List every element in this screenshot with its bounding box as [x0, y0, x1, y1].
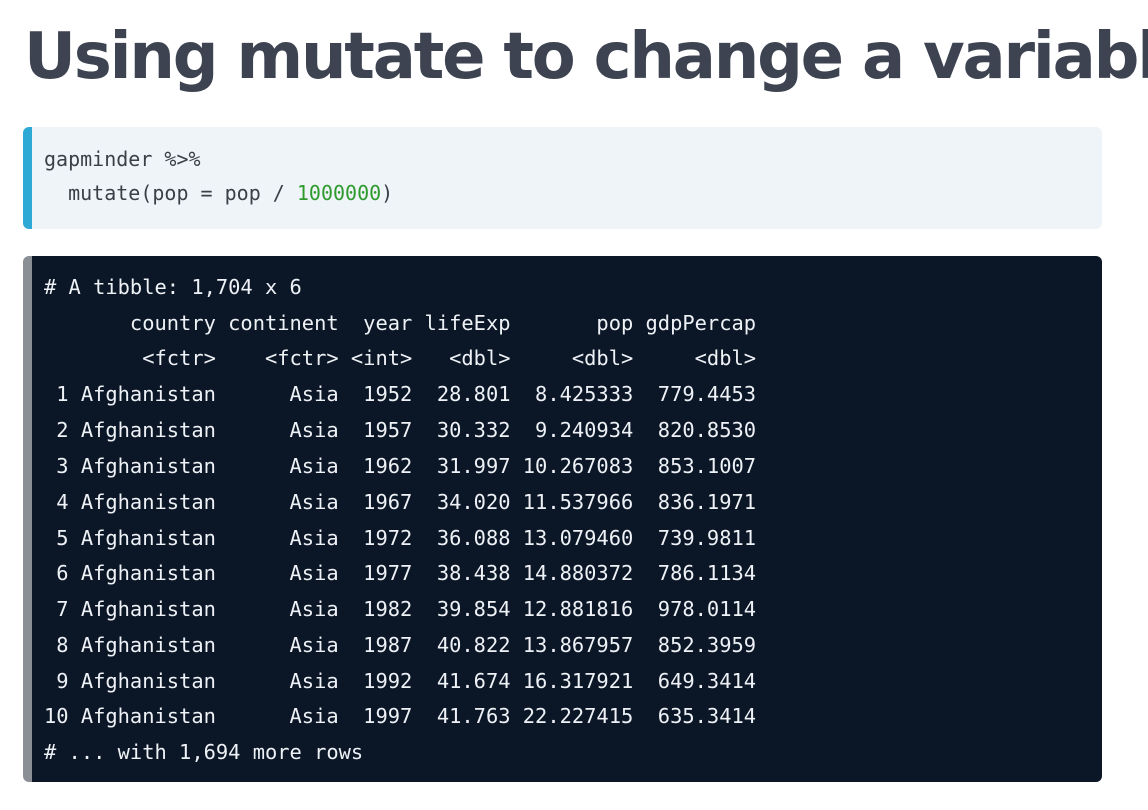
output-line: 2 Afghanistan Asia 1957 30.332 9.240934 …	[44, 418, 757, 442]
output-line: # ... with 1,694 more rows	[44, 740, 364, 764]
code-text: )	[381, 181, 394, 205]
code-output-block: # A tibble: 1,704 x 6 country continent …	[23, 256, 1102, 782]
code-input-line-1: gapminder %>%	[44, 147, 201, 171]
output-line: 5 Afghanistan Asia 1972 36.088 13.079460…	[44, 526, 757, 550]
numeric-literal: 1000000	[296, 181, 382, 205]
output-line: # A tibble: 1,704 x 6	[44, 275, 302, 299]
code-input-block: gapminder %>% mutate(pop = pop / 1000000…	[23, 127, 1102, 229]
output-line: 10 Afghanistan Asia 1997 41.763 22.22741…	[44, 704, 757, 728]
output-line: 9 Afghanistan Asia 1992 41.674 16.317921…	[44, 669, 757, 693]
output-line: 6 Afghanistan Asia 1977 38.438 14.880372…	[44, 561, 757, 585]
slide-title: Using mutate to change a variable	[24, 20, 1148, 94]
output-line: 4 Afghanistan Asia 1967 34.020 11.537966…	[44, 490, 757, 514]
output-line: <fctr> <fctr> <int> <dbl> <dbl> <dbl>	[44, 346, 757, 370]
code-input-line-2: mutate(pop = pop / 1000000)	[44, 181, 393, 205]
output-line: 3 Afghanistan Asia 1962 31.997 10.267083…	[44, 454, 757, 478]
output-line: 8 Afghanistan Asia 1987 40.822 13.867957…	[44, 633, 757, 657]
code-text: mutate(pop = pop /	[44, 181, 297, 205]
output-line: country continent year lifeExp pop gdpPe…	[44, 311, 757, 335]
output-line: 7 Afghanistan Asia 1982 39.854 12.881816…	[44, 597, 757, 621]
output-line: 1 Afghanistan Asia 1952 28.801 8.425333 …	[44, 382, 757, 406]
